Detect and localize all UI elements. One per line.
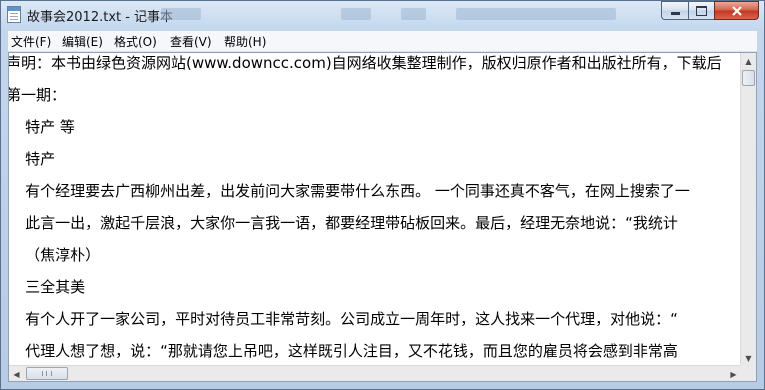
close-icon [731,5,742,16]
notepad-window: 故事会2012.txt - 记事本 文件(F) 编辑(E) 格式(O) 查看(V… [0,0,765,390]
menu-help[interactable]: 帮助(H) [224,33,266,50]
menu-bar: 文件(F) 编辑(E) 格式(O) 查看(V) 帮助(H) [8,31,757,52]
window-title: 故事会2012.txt - 记事本 [27,10,174,25]
scroll-down-button[interactable]: ▼ [741,350,756,366]
menu-format[interactable]: 格式(O) [114,33,157,50]
grip-icon [42,371,52,376]
maximize-button[interactable] [688,1,714,20]
text-line: 代理人想了想，说：“那就请您上吊吧，这样既引人注目，又不花钱，而且您的雇员将会感… [9,342,678,360]
menu-file[interactable]: 文件(F) [11,33,51,50]
background-window-ghost [161,8,201,20]
scrollbar-corner [740,365,756,381]
horizontal-scrollbar[interactable]: ◀ ▶ [9,365,741,381]
background-window-ghost [401,8,426,20]
vertical-scroll-thumb[interactable] [742,70,755,86]
down-arrow-icon: ▼ [745,353,752,363]
close-button[interactable] [714,1,759,20]
caption-buttons [661,1,759,21]
text-line: 特产 [9,150,56,168]
text-line: 有个人开了一家公司，平时对待员工非常苛刻。公司成立一周年时，这人找来一个代理，对… [9,310,678,328]
background-window-ghost [456,8,616,20]
minimize-icon [670,12,680,15]
scroll-right-button[interactable]: ▶ [726,366,741,381]
text-line: 第一期： [9,86,67,104]
left-arrow-icon: ◀ [13,369,20,379]
text-line: 有个经理要去广西柳州出差，出发前问大家需要带什么东西。 一个同事还真不客气，在网… [9,182,690,200]
text-line: 此言一出，激起千层浪，大家你一言我一语，都要经理带砧板回来。最后，经理无奈地说：… [9,214,678,232]
maximize-icon [696,5,707,16]
title-bar[interactable]: 故事会2012.txt - 记事本 [1,1,764,29]
notepad-icon[interactable] [7,6,21,23]
background-window-ghost [341,8,371,20]
scroll-left-button[interactable]: ◀ [9,366,24,381]
text-line: 三全其美 [9,278,86,296]
text-area[interactable]: 声明：本书由绿色资源网站(www.downcc.com)自网络收集整理制作，版权… [9,53,741,366]
up-arrow-icon: ▲ [745,56,752,66]
text-line: 声明：本书由绿色资源网站(www.downcc.com)自网络收集整理制作，版权… [9,54,722,72]
right-arrow-icon: ▶ [730,369,737,379]
horizontal-scroll-thumb[interactable] [26,367,68,380]
editor: 声明：本书由绿色资源网站(www.downcc.com)自网络收集整理制作，版权… [8,52,757,382]
scroll-up-button[interactable]: ▲ [741,53,756,69]
text-line: 特产 等 [9,118,75,136]
menu-view[interactable]: 查看(V) [170,33,212,50]
menu-edit[interactable]: 编辑(E) [62,33,103,50]
text-line: （焦淳朴） [9,246,101,264]
vertical-scrollbar[interactable]: ▲ ▼ [740,53,756,366]
minimize-button[interactable] [661,1,688,20]
